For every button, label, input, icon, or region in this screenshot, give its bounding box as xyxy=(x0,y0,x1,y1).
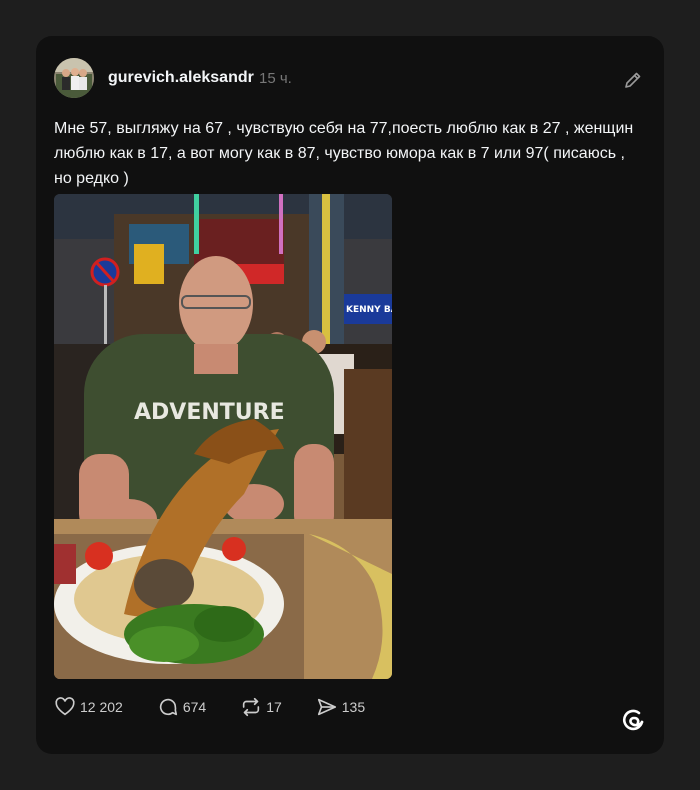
like-button[interactable]: 12 202 xyxy=(54,696,123,718)
comment-button[interactable]: 674 xyxy=(157,696,206,718)
share-count: 135 xyxy=(341,699,366,715)
shirt-text: ADVENTURE xyxy=(134,400,285,425)
comment-count: 674 xyxy=(182,699,207,715)
pencil-icon[interactable] xyxy=(623,70,643,90)
post-photo[interactable]: KENNY BAR ADVENTURE xyxy=(54,194,392,679)
avatar[interactable] xyxy=(54,58,94,98)
post-actions: 12 202 674 17 135 xyxy=(54,696,399,718)
comment-icon xyxy=(159,698,177,716)
threads-logo-icon[interactable] xyxy=(618,704,648,734)
post-text: Мне 57, выгляжу на 67 , чувствую себя на… xyxy=(54,120,634,187)
post-time: 15 ч. xyxy=(259,70,292,87)
repost-icon xyxy=(243,697,260,717)
avatar-image xyxy=(54,58,94,98)
post-card: gurevich.aleksandr 15 ч. Мне 57, выгляжу… xyxy=(36,36,664,754)
repost-button[interactable]: 17 xyxy=(240,696,282,718)
like-count: 12 202 xyxy=(80,699,123,715)
sign-text: KENNY BAR xyxy=(346,305,392,315)
username[interactable]: gurevich.aleksandr xyxy=(108,69,254,87)
repost-count: 17 xyxy=(266,699,282,715)
share-button[interactable]: 135 xyxy=(316,696,365,718)
send-icon xyxy=(317,698,336,716)
heart-icon xyxy=(55,697,75,716)
